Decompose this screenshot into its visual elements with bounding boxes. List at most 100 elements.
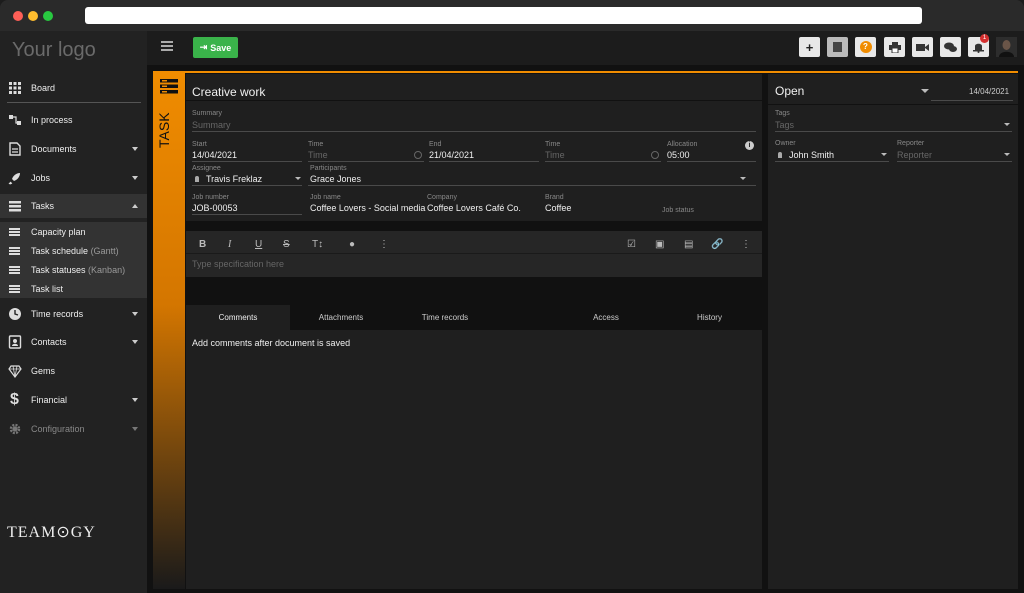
avatar[interactable]: [996, 37, 1017, 57]
tab-access[interactable]: Access: [555, 305, 657, 330]
end-time-field[interactable]: Time: [545, 150, 565, 160]
sidebar-item-time-records[interactable]: Time records: [0, 302, 147, 326]
address-bar[interactable]: [85, 7, 922, 24]
status-select[interactable]: Open: [775, 84, 804, 98]
owner-select[interactable]: John Smith: [789, 150, 834, 160]
add-button[interactable]: +: [799, 37, 820, 57]
print-button[interactable]: [884, 37, 905, 57]
specification-placeholder[interactable]: Type specification here: [192, 259, 284, 269]
rocket-icon: [8, 173, 20, 185]
sidebar-subitem-capacity-plan[interactable]: Capacity plan: [0, 222, 147, 241]
chevron-down-icon[interactable]: [1004, 153, 1010, 156]
task-type-bar: [153, 72, 185, 589]
save-button[interactable]: ⇥ Save: [193, 37, 238, 58]
chevron-down-icon[interactable]: [295, 177, 301, 180]
allocation-field[interactable]: 05:00: [667, 150, 690, 160]
job-number-field[interactable]: JOB-00053: [192, 203, 238, 213]
link-icon[interactable]: 🔗: [711, 239, 723, 250]
sidebar-item-label: Time records: [31, 309, 84, 319]
participants-select[interactable]: Grace Jones: [310, 174, 361, 184]
sidebar-item-documents[interactable]: Documents: [0, 137, 147, 161]
sidebar-item-jobs[interactable]: Jobs: [0, 166, 147, 190]
clock-icon[interactable]: [414, 151, 422, 159]
strikethrough-icon[interactable]: S: [283, 239, 290, 250]
checkbox-icon[interactable]: ☑: [627, 239, 636, 250]
chevron-down-icon[interactable]: [881, 153, 887, 156]
help-icon: ?: [859, 41, 872, 53]
maximize-window-button[interactable]: [43, 11, 53, 21]
sidebar-item-configuration[interactable]: Configuration: [0, 417, 147, 441]
image-icon[interactable]: ▣: [655, 239, 664, 250]
owner-label: Owner: [775, 140, 796, 147]
chat-icon: [944, 42, 957, 52]
underline: [775, 161, 889, 162]
sidebar-item-financial[interactable]: $ Financial: [0, 388, 147, 412]
sidebar-item-label: Contacts: [31, 337, 67, 347]
chevron-down-icon: [132, 147, 138, 151]
sidebar-item-gems[interactable]: Gems: [0, 359, 147, 383]
tab-history[interactable]: History: [657, 305, 762, 330]
sidebar-subitem-task-schedule[interactable]: Task schedule (Gantt): [0, 241, 147, 260]
bold-icon[interactable]: B: [199, 239, 206, 250]
more-vertical-icon[interactable]: ⋮: [741, 239, 751, 250]
tab-comments[interactable]: Comments: [186, 305, 290, 330]
tab-attachments[interactable]: Attachments: [290, 305, 392, 330]
chevron-up-icon: [132, 204, 138, 208]
help-button[interactable]: ?: [855, 37, 876, 57]
info-icon[interactable]: i: [745, 141, 754, 150]
sidebar-subitem-task-statuses[interactable]: Task statuses (Kanban): [0, 260, 147, 279]
hamburger-menu-icon[interactable]: [161, 41, 173, 51]
italic-icon[interactable]: I: [228, 239, 231, 250]
reporter-select[interactable]: Reporter: [897, 150, 932, 160]
user-icon: [778, 152, 782, 158]
file-icon[interactable]: ▤: [684, 239, 693, 250]
chevron-down-icon: [132, 176, 138, 180]
underline: [931, 100, 1013, 101]
sidebar-item-tasks[interactable]: Tasks: [0, 194, 147, 218]
login-arrow-icon: ⇥: [199, 42, 208, 52]
gem-icon: [8, 365, 22, 378]
divider: [186, 100, 762, 101]
notifications-button[interactable]: 1: [968, 34, 989, 57]
note-button[interactable]: [827, 37, 848, 57]
video-button[interactable]: [912, 37, 933, 57]
chevron-down-icon[interactable]: [740, 177, 746, 180]
assignee-label: Assignee: [192, 165, 221, 172]
chat-button[interactable]: [940, 37, 961, 57]
chevron-down-icon: [132, 312, 138, 316]
process-icon: [9, 115, 21, 125]
sidebar-item-board[interactable]: Board: [0, 76, 147, 100]
tab-time-records[interactable]: Time records: [392, 305, 498, 330]
summary-field[interactable]: Summary: [192, 120, 231, 130]
assignee-select[interactable]: Travis Freklaz: [206, 174, 262, 184]
more-vertical-icon[interactable]: ⋮: [379, 239, 389, 250]
teamogy-logo: TEAM⊙GY: [7, 524, 96, 541]
comments-panel: [186, 330, 762, 589]
underline-icon[interactable]: U: [255, 239, 262, 250]
tags-select[interactable]: Tags: [775, 120, 794, 130]
specification-editor[interactable]: [186, 231, 762, 277]
task-title[interactable]: Creative work: [192, 85, 265, 99]
note-icon: [833, 42, 842, 52]
start-date-field[interactable]: 14/04/2021: [192, 150, 237, 160]
chevron-down-icon[interactable]: [921, 89, 929, 93]
sidebar-item-in-process[interactable]: In process: [0, 108, 147, 132]
close-window-button[interactable]: [13, 11, 23, 21]
tags-label: Tags: [775, 110, 790, 117]
chevron-down-icon[interactable]: [1004, 123, 1010, 126]
text-size-icon[interactable]: T↕: [312, 239, 323, 250]
minimize-window-button[interactable]: [28, 11, 38, 21]
sidebar-subitem-label: Task list: [31, 283, 64, 294]
color-drop-icon[interactable]: ●: [349, 239, 355, 250]
browser-titlebar: [0, 0, 1024, 31]
sidebar-subitem-task-list[interactable]: Task list: [0, 279, 147, 298]
start-time-label: Time: [308, 141, 324, 148]
start-time-field[interactable]: Time: [308, 150, 328, 160]
sidebar-item-label: Configuration: [31, 424, 85, 434]
divider: [186, 253, 762, 254]
sidebar-item-contacts[interactable]: Contacts: [0, 330, 147, 354]
end-date-field[interactable]: 21/04/2021: [429, 150, 474, 160]
list-icon: [9, 265, 20, 274]
clock-icon[interactable]: [651, 151, 659, 159]
gear-icon: [9, 423, 21, 435]
